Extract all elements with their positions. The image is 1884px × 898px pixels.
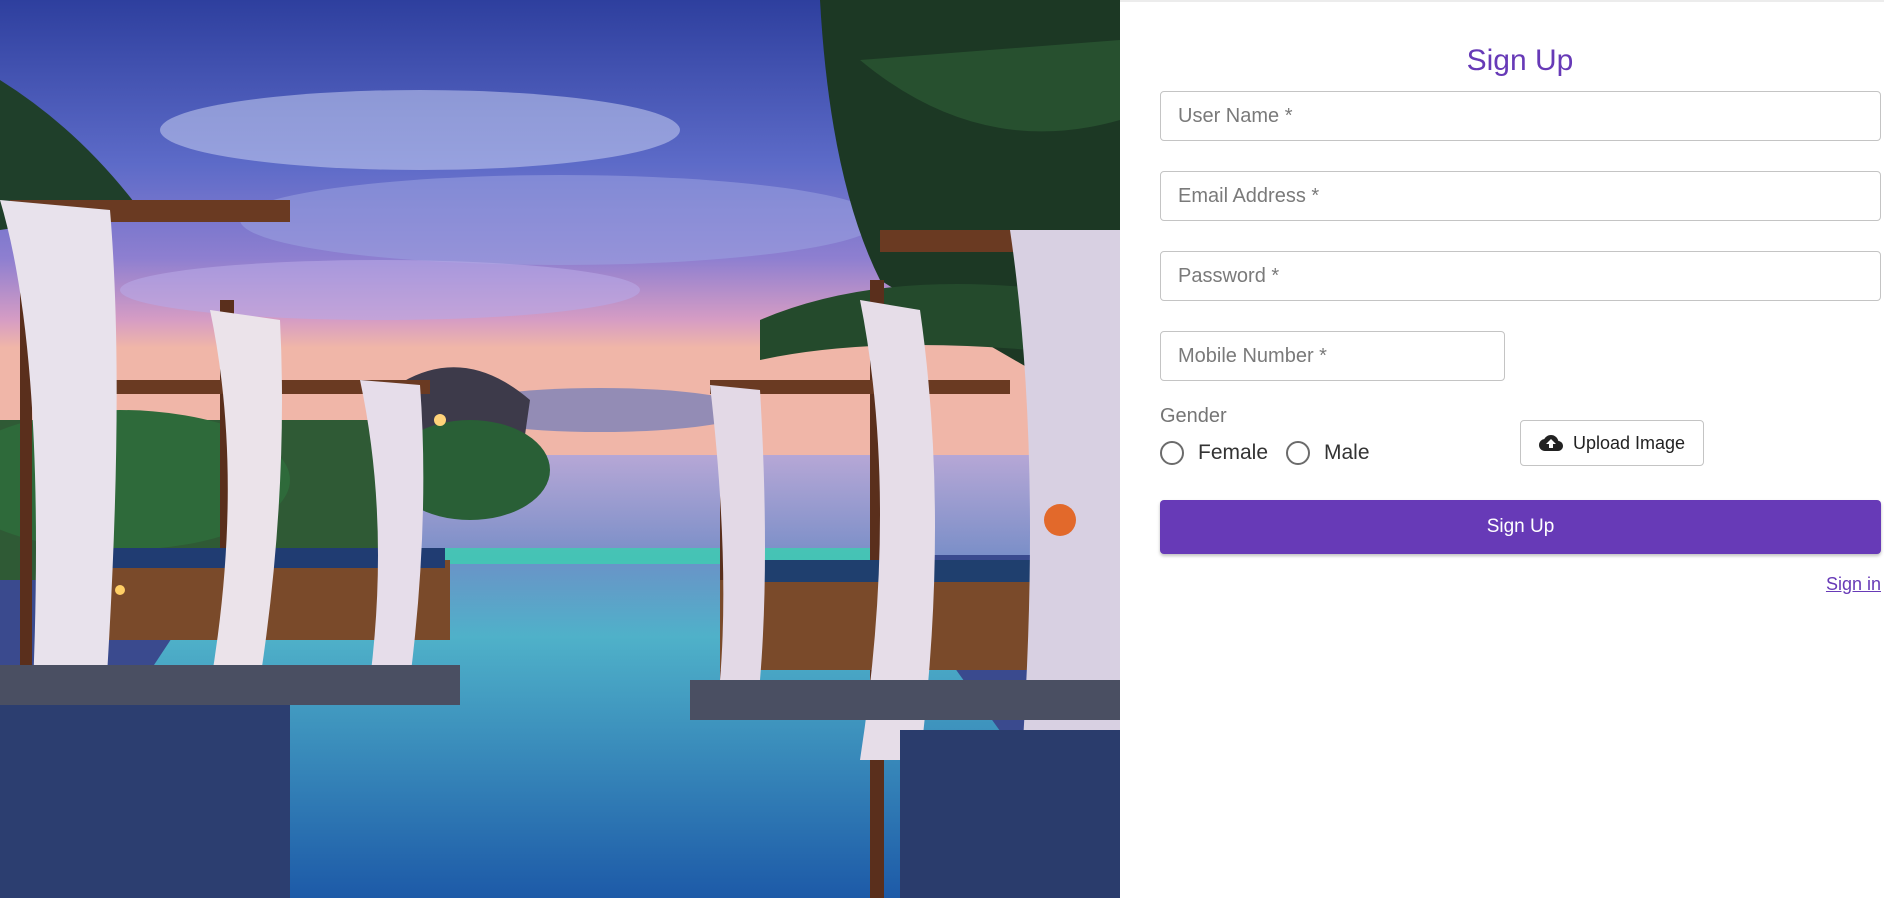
radio-circle-icon[interactable] <box>1286 441 1310 465</box>
password-field-wrapper <box>1160 251 1881 301</box>
gender-option-label: Male <box>1324 441 1370 464</box>
cloud-upload-icon <box>1538 435 1563 451</box>
gender-radio-female[interactable]: Female <box>1160 441 1268 465</box>
gender-label: Gender <box>1160 405 1227 427</box>
username-field-wrapper <box>1160 91 1881 141</box>
gender-option-label: Female <box>1198 441 1269 464</box>
mobile-input[interactable] <box>1161 332 1504 380</box>
radio-circle-icon[interactable] <box>1160 441 1184 465</box>
upload-image-label: Upload Image <box>1572 432 1686 453</box>
page-title: Sign Up <box>1466 44 1574 77</box>
gender-radio-male[interactable]: Male <box>1286 441 1370 465</box>
mobile-field-wrapper <box>1160 331 1505 381</box>
signup-button-label: Sign Up <box>1486 516 1555 537</box>
signin-link[interactable]: Sign in <box>1826 574 1881 595</box>
signup-page: Sign Up Gender Female Male Upload Image … <box>0 0 1884 898</box>
email-input[interactable] <box>1161 172 1880 220</box>
hero-image <box>0 0 1120 898</box>
email-field-wrapper <box>1160 171 1881 221</box>
signup-submit-button[interactable]: Sign Up <box>1160 500 1881 554</box>
password-input[interactable] <box>1161 252 1880 300</box>
upload-image-button[interactable]: Upload Image <box>1520 420 1704 466</box>
username-input[interactable] <box>1161 92 1880 140</box>
